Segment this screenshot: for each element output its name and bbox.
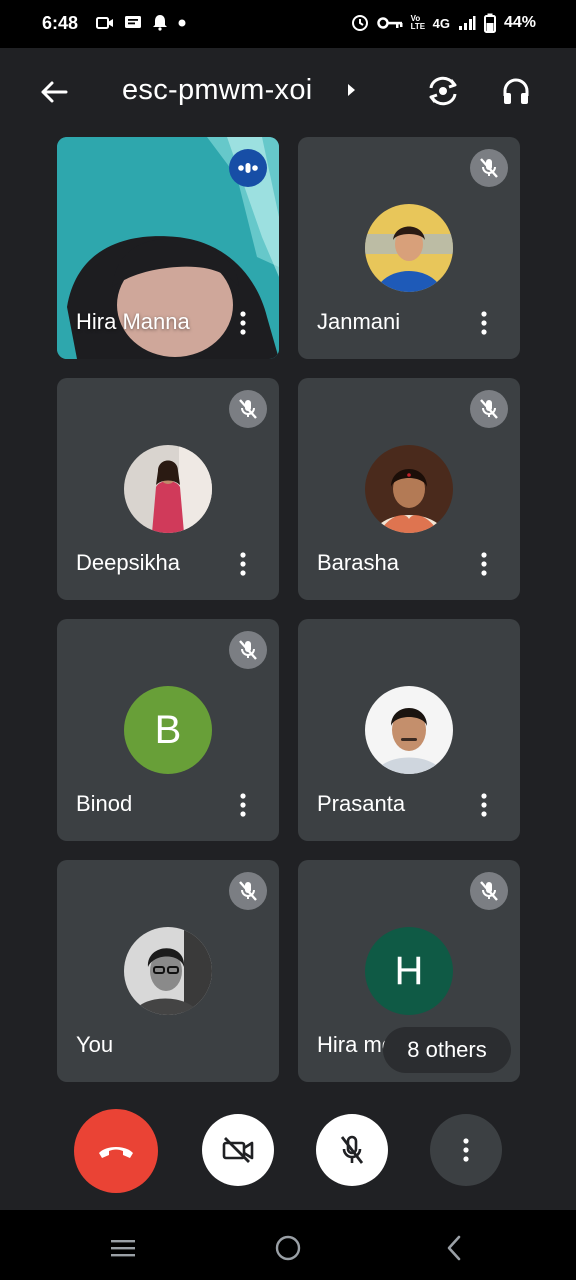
arrow-left-icon [41,81,68,103]
audio-level-icon [238,163,258,173]
participant-tile[interactable]: Hira Manna [57,137,279,359]
battery-icon [483,13,496,33]
speaking-indicator [229,149,267,187]
participant-name: You [76,1032,114,1057]
mic-off-icon [239,640,257,660]
avatar [124,445,212,533]
menu-icon [111,1240,135,1257]
participant-name: Hira Manna [76,309,190,334]
call-header: esc-pmwm-xoi [0,48,576,134]
participant-options-button[interactable] [231,791,255,819]
clock: 6:48 [42,13,79,33]
mic-off-icon [480,399,498,419]
avatar-initial: B [124,686,212,774]
participant-name: Deepsikha [76,550,180,575]
switch-camera-icon [429,76,457,106]
participant-name: Prasanta [317,791,406,816]
video-off-icon [222,1137,254,1163]
others-chip[interactable]: 8 others [383,1027,511,1073]
meeting-code[interactable]: esc-pmwm-xoi [122,74,313,107]
home-circle-icon [275,1235,301,1261]
mic-off-icon [480,158,498,178]
audio-output-button[interactable] [498,72,534,110]
switch-camera-button[interactable] [424,72,462,110]
mic-off-icon [239,881,257,901]
more-options-button[interactable] [430,1114,502,1186]
participant-options-button[interactable] [472,791,496,819]
participant-name: Barasha [317,550,399,575]
muted-indicator [470,149,508,187]
system-nav-bar [0,1210,576,1280]
recents-button[interactable] [103,1228,143,1268]
participant-tile[interactable]: Barasha [298,378,520,600]
caret-right-icon[interactable] [346,83,356,102]
more-vertical-icon [240,793,246,817]
bell-icon [152,14,168,31]
camera-toggle-button[interactable] [202,1114,274,1186]
muted-indicator [229,872,267,910]
more-vertical-icon [240,552,246,576]
avatar [124,927,212,1015]
more-vertical-icon [463,1138,469,1162]
avatar [365,686,453,774]
dot-icon [178,19,186,27]
muted-indicator [229,390,267,428]
more-vertical-icon [481,311,487,335]
back-button[interactable] [36,74,72,110]
muted-indicator [470,872,508,910]
participant-options-button[interactable] [472,550,496,578]
self-tile[interactable]: You [57,860,279,1082]
participant-options-button[interactable] [231,309,255,337]
key-icon [376,16,403,30]
mic-off-icon [239,399,257,419]
mic-off-icon [340,1135,364,1164]
participant-tile[interactable]: Prasanta [298,619,520,841]
participant-options-button[interactable] [472,309,496,337]
system-back-button[interactable] [434,1228,474,1268]
status-bar: 6:48 Vo LTE 4G 44% [0,0,576,48]
mic-off-icon [480,881,498,901]
volte-indicator: Vo LTE [410,14,426,31]
more-vertical-icon [481,793,487,817]
end-call-button[interactable] [74,1109,158,1193]
muted-indicator [470,390,508,428]
chevron-left-icon [447,1235,461,1261]
participant-options-button[interactable] [231,550,255,578]
avatar [365,204,453,292]
participant-tile[interactable]: Janmani [298,137,520,359]
participant-tile[interactable]: Deepsikha [57,378,279,600]
muted-indicator [229,631,267,669]
participant-name: Janmani [317,309,401,334]
participant-name: Binod [76,791,133,816]
more-vertical-icon [240,311,246,335]
hang-up-icon [99,1147,133,1158]
headphones-icon [503,78,529,104]
network-type: 4G [432,15,450,31]
microphone-toggle-button[interactable] [316,1114,388,1186]
participant-tile[interactable]: B Binod [57,619,279,841]
video-notification-icon [96,16,114,30]
message-notification-icon [124,15,142,31]
battery-percent: 44% [503,14,536,31]
alarm-icon [351,14,369,32]
signal-icon [458,15,476,31]
avatar-initial: H [365,927,453,1015]
avatar [365,445,453,533]
more-vertical-icon [481,552,487,576]
home-button[interactable] [268,1228,308,1268]
